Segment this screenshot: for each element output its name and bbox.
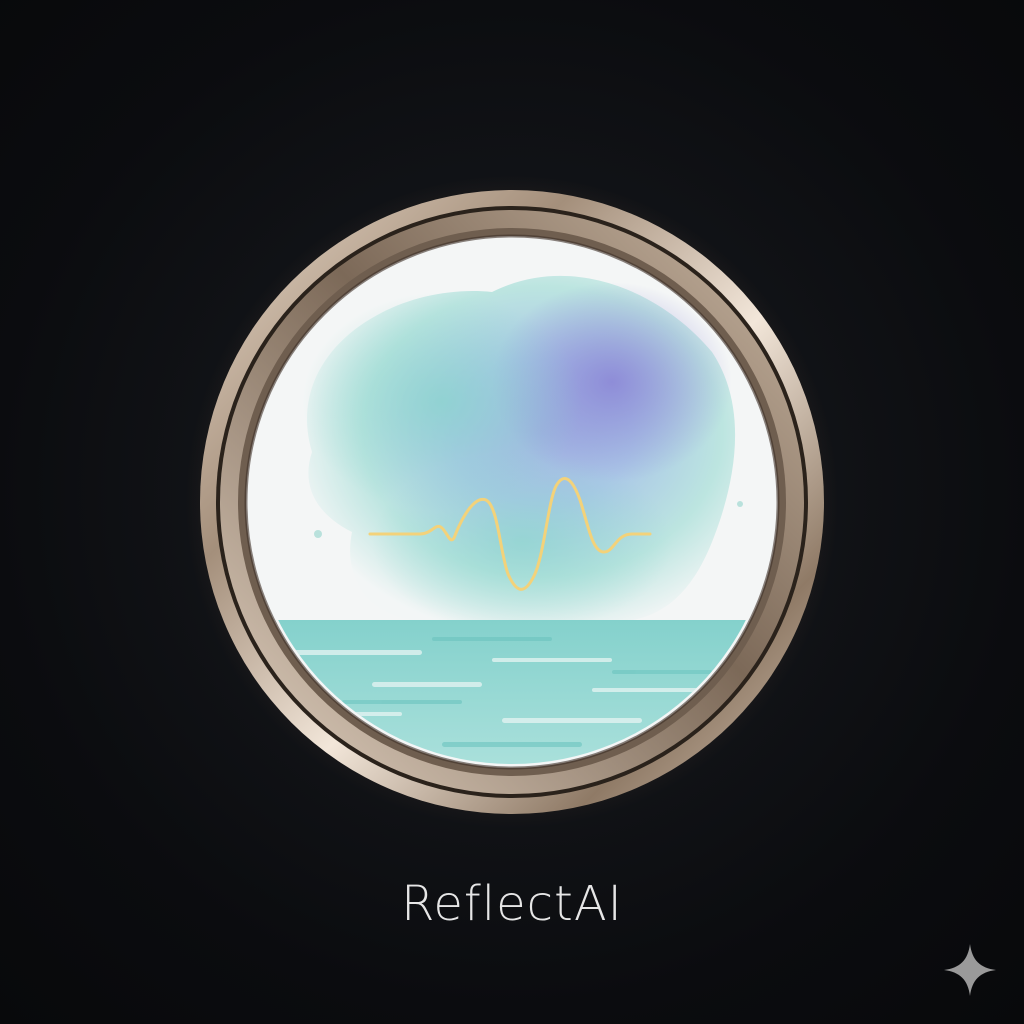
emblem (200, 190, 824, 814)
logo-canvas: ReflectAI (0, 0, 1024, 1024)
sparkle-icon (944, 944, 996, 996)
brand-name: ReflectAI (401, 876, 623, 932)
